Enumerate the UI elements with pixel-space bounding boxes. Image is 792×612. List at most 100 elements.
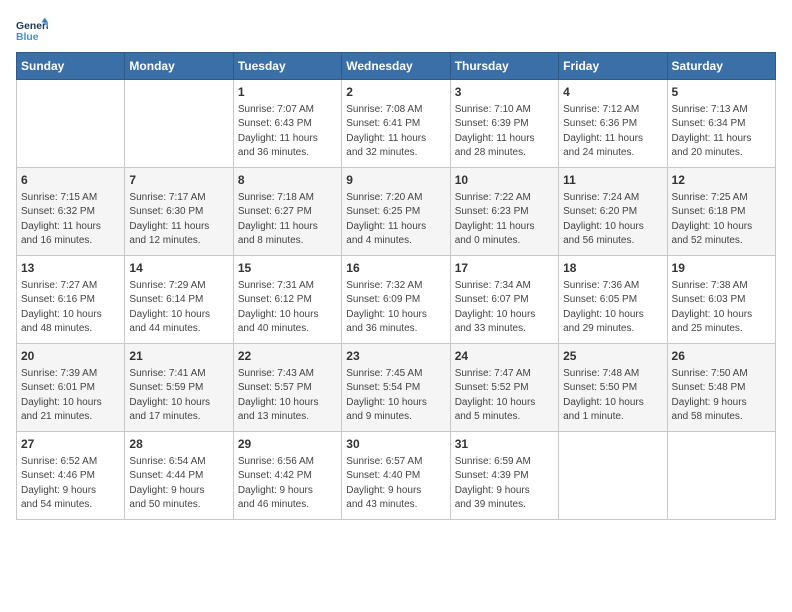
day-number: 6 <box>21 172 120 189</box>
day-details: Sunrise: 7:32 AM Sunset: 6:09 PM Dayligh… <box>346 279 445 337</box>
day-details: Sunrise: 7:29 AM Sunset: 6:14 PM Dayligh… <box>129 279 228 337</box>
day-number: 17 <box>455 260 554 277</box>
day-details: Sunrise: 7:39 AM Sunset: 6:01 PM Dayligh… <box>21 367 120 425</box>
day-number: 24 <box>455 348 554 365</box>
calendar-cell: 26 Sunrise: 7:50 AM Sunset: 5:48 PM Dayli… <box>667 344 775 432</box>
day-details: Sunrise: 7:48 AM Sunset: 5:50 PM Dayligh… <box>563 367 662 425</box>
calendar-cell: 29Sunrise: 6:56 AM Sunset: 4:42 PM Dayli… <box>233 432 341 520</box>
calendar-cell: 25 Sunrise: 7:48 AM Sunset: 5:50 PM Dayli… <box>559 344 667 432</box>
weekday-header-row: SundayMondayTuesdayWednesdayThursdayFrid… <box>17 53 776 80</box>
day-number: 5 <box>672 84 771 101</box>
calendar-cell: 1 Sunrise: 7:07 AM Sunset: 6:43 PM Daylig… <box>233 80 341 168</box>
day-number: 23 <box>346 348 445 365</box>
calendar-cell <box>559 432 667 520</box>
calendar-cell: 2Sunrise: 7:08 AM Sunset: 6:41 PM Daylig… <box>342 80 450 168</box>
page-header: General Blue <box>16 16 776 44</box>
calendar-body: 1 Sunrise: 7:07 AM Sunset: 6:43 PM Daylig… <box>17 80 776 520</box>
day-number: 30 <box>346 436 445 453</box>
calendar-week-row: 13 Sunrise: 7:27 AM Sunset: 6:16 PM Dayli… <box>17 256 776 344</box>
day-number: 7 <box>129 172 228 189</box>
calendar-cell: 30 Sunrise: 6:57 AM Sunset: 4:40 PM Dayli… <box>342 432 450 520</box>
calendar-cell: 31Sunrise: 6:59 AM Sunset: 4:39 PM Dayli… <box>450 432 558 520</box>
day-number: 28 <box>129 436 228 453</box>
calendar-cell: 19 Sunrise: 7:38 AM Sunset: 6:03 PM Dayli… <box>667 256 775 344</box>
calendar-cell: 23 Sunrise: 7:45 AM Sunset: 5:54 PM Dayli… <box>342 344 450 432</box>
day-details: Sunrise: 7:38 AM Sunset: 6:03 PM Dayligh… <box>672 279 771 337</box>
logo-icon: General Blue <box>16 16 48 44</box>
calendar-cell: 12 Sunrise: 7:25 AM Sunset: 6:18 PM Dayli… <box>667 168 775 256</box>
weekday-cell: Friday <box>559 53 667 80</box>
calendar-cell: 13 Sunrise: 7:27 AM Sunset: 6:16 PM Dayli… <box>17 256 125 344</box>
weekday-cell: Monday <box>125 53 233 80</box>
calendar-cell: 18Sunrise: 7:36 AM Sunset: 6:05 PM Dayli… <box>559 256 667 344</box>
day-details: Sunrise: 7:18 AM Sunset: 6:27 PM Dayligh… <box>238 191 337 249</box>
day-details: Sunrise: 7:22 AM Sunset: 6:23 PM Dayligh… <box>455 191 554 249</box>
day-number: 13 <box>21 260 120 277</box>
calendar-cell: 27 Sunrise: 6:52 AM Sunset: 4:46 PM Dayli… <box>17 432 125 520</box>
day-number: 26 <box>672 348 771 365</box>
day-details: Sunrise: 6:56 AM Sunset: 4:42 PM Dayligh… <box>238 455 337 513</box>
day-number: 27 <box>21 436 120 453</box>
day-details: Sunrise: 7:27 AM Sunset: 6:16 PM Dayligh… <box>21 279 120 337</box>
day-number: 2 <box>346 84 445 101</box>
day-details: Sunrise: 7:47 AM Sunset: 5:52 PM Dayligh… <box>455 367 554 425</box>
calendar-cell: 5 Sunrise: 7:13 AM Sunset: 6:34 PM Daylig… <box>667 80 775 168</box>
weekday-cell: Thursday <box>450 53 558 80</box>
day-number: 16 <box>346 260 445 277</box>
calendar-cell: 9Sunrise: 7:20 AM Sunset: 6:25 PM Daylig… <box>342 168 450 256</box>
day-number: 4 <box>563 84 662 101</box>
day-details: Sunrise: 7:15 AM Sunset: 6:32 PM Dayligh… <box>21 191 120 249</box>
svg-text:General: General <box>16 21 48 32</box>
day-number: 21 <box>129 348 228 365</box>
day-details: Sunrise: 7:45 AM Sunset: 5:54 PM Dayligh… <box>346 367 445 425</box>
day-details: Sunrise: 7:36 AM Sunset: 6:05 PM Dayligh… <box>563 279 662 337</box>
day-details: Sunrise: 6:52 AM Sunset: 4:46 PM Dayligh… <box>21 455 120 513</box>
calendar-cell <box>125 80 233 168</box>
calendar-week-row: 6 Sunrise: 7:15 AM Sunset: 6:32 PM Daylig… <box>17 168 776 256</box>
day-number: 8 <box>238 172 337 189</box>
calendar-cell: 11Sunrise: 7:24 AM Sunset: 6:20 PM Dayli… <box>559 168 667 256</box>
calendar-cell <box>667 432 775 520</box>
day-details: Sunrise: 7:07 AM Sunset: 6:43 PM Dayligh… <box>238 103 337 161</box>
day-number: 25 <box>563 348 662 365</box>
weekday-cell: Wednesday <box>342 53 450 80</box>
calendar-cell: 21 Sunrise: 7:41 AM Sunset: 5:59 PM Dayli… <box>125 344 233 432</box>
calendar-cell: 3Sunrise: 7:10 AM Sunset: 6:39 PM Daylig… <box>450 80 558 168</box>
day-details: Sunrise: 7:34 AM Sunset: 6:07 PM Dayligh… <box>455 279 554 337</box>
day-number: 20 <box>21 348 120 365</box>
svg-text:Blue: Blue <box>16 32 39 43</box>
day-number: 1 <box>238 84 337 101</box>
calendar-cell: 7 Sunrise: 7:17 AM Sunset: 6:30 PM Daylig… <box>125 168 233 256</box>
calendar-cell: 15Sunrise: 7:31 AM Sunset: 6:12 PM Dayli… <box>233 256 341 344</box>
day-number: 10 <box>455 172 554 189</box>
calendar-cell: 24 Sunrise: 7:47 AM Sunset: 5:52 PM Dayli… <box>450 344 558 432</box>
day-details: Sunrise: 7:25 AM Sunset: 6:18 PM Dayligh… <box>672 191 771 249</box>
day-details: Sunrise: 6:59 AM Sunset: 4:39 PM Dayligh… <box>455 455 554 513</box>
day-details: Sunrise: 7:50 AM Sunset: 5:48 PM Dayligh… <box>672 367 771 425</box>
day-details: Sunrise: 7:31 AM Sunset: 6:12 PM Dayligh… <box>238 279 337 337</box>
day-details: Sunrise: 7:24 AM Sunset: 6:20 PM Dayligh… <box>563 191 662 249</box>
calendar-week-row: 1 Sunrise: 7:07 AM Sunset: 6:43 PM Daylig… <box>17 80 776 168</box>
calendar-cell: 10 Sunrise: 7:22 AM Sunset: 6:23 PM Dayli… <box>450 168 558 256</box>
calendar-cell: 28Sunrise: 6:54 AM Sunset: 4:44 PM Dayli… <box>125 432 233 520</box>
day-number: 19 <box>672 260 771 277</box>
calendar-cell: 22 Sunrise: 7:43 AM Sunset: 5:57 PM Dayli… <box>233 344 341 432</box>
day-details: Sunrise: 7:20 AM Sunset: 6:25 PM Dayligh… <box>346 191 445 249</box>
day-number: 12 <box>672 172 771 189</box>
day-details: Sunrise: 7:41 AM Sunset: 5:59 PM Dayligh… <box>129 367 228 425</box>
calendar-cell: 8 Sunrise: 7:18 AM Sunset: 6:27 PM Daylig… <box>233 168 341 256</box>
calendar-cell: 17 Sunrise: 7:34 AM Sunset: 6:07 PM Dayli… <box>450 256 558 344</box>
calendar-cell: 4 Sunrise: 7:12 AM Sunset: 6:36 PM Daylig… <box>559 80 667 168</box>
day-number: 22 <box>238 348 337 365</box>
calendar-cell: 6 Sunrise: 7:15 AM Sunset: 6:32 PM Daylig… <box>17 168 125 256</box>
day-details: Sunrise: 7:43 AM Sunset: 5:57 PM Dayligh… <box>238 367 337 425</box>
day-details: Sunrise: 7:10 AM Sunset: 6:39 PM Dayligh… <box>455 103 554 161</box>
weekday-cell: Tuesday <box>233 53 341 80</box>
day-details: Sunrise: 7:13 AM Sunset: 6:34 PM Dayligh… <box>672 103 771 161</box>
weekday-cell: Saturday <box>667 53 775 80</box>
calendar-cell: 16 Sunrise: 7:32 AM Sunset: 6:09 PM Dayli… <box>342 256 450 344</box>
day-details: Sunrise: 7:17 AM Sunset: 6:30 PM Dayligh… <box>129 191 228 249</box>
day-details: Sunrise: 6:57 AM Sunset: 4:40 PM Dayligh… <box>346 455 445 513</box>
day-details: Sunrise: 7:12 AM Sunset: 6:36 PM Dayligh… <box>563 103 662 161</box>
calendar-week-row: 20 Sunrise: 7:39 AM Sunset: 6:01 PM Dayli… <box>17 344 776 432</box>
